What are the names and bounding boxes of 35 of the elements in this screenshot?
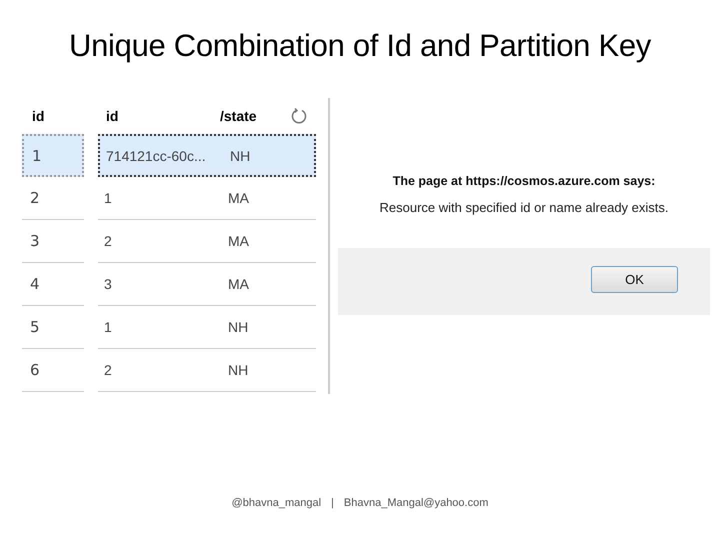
column-header: id <box>105 108 120 124</box>
state-cell-text: MA <box>228 233 250 249</box>
refresh-icon[interactable] <box>290 107 308 125</box>
slide-title: Unique Combination of Id and Partition Key <box>68 27 652 65</box>
footer-separator: | <box>331 497 334 509</box>
column-header: id <box>31 108 46 124</box>
footer-handle: @bhavna_mangal <box>232 497 322 509</box>
id-cell-text: 2 <box>104 362 113 378</box>
row-number-cell[interactable]: 5 <box>22 306 84 349</box>
state-cell-text: MA <box>228 190 250 206</box>
table-row[interactable]: 1 NH <box>98 306 316 349</box>
id-cell-text: 3 <box>104 276 113 292</box>
table-row[interactable]: 2 NH <box>98 349 316 392</box>
table-row[interactable]: 3 MA <box>98 263 316 306</box>
row-number-cell[interactable]: 4 <box>22 263 84 306</box>
row-number-cell[interactable]: 1 <box>22 134 84 177</box>
ok-button[interactable]: OK <box>591 266 678 293</box>
row-number-cell[interactable]: 3 <box>22 220 84 263</box>
table-row[interactable]: 1 MA <box>98 177 316 220</box>
table-row[interactable]: 714121cc-60c... NH <box>98 134 316 177</box>
dialog-message: Resource with specified id or name already exists. <box>379 200 669 215</box>
row-number-cell[interactable]: 2 <box>22 177 84 220</box>
column-header: /state <box>220 108 258 124</box>
state-cell-text: NH <box>228 362 250 378</box>
table-row[interactable]: 2 MA <box>98 220 316 263</box>
state-cell-text: NH <box>228 319 250 335</box>
id-cell-text: 714121cc-60c... <box>106 148 207 164</box>
row-number-cell[interactable]: 6 <box>22 349 84 392</box>
dialog-heading: The page at https://cosmos.azure.com says: <box>392 174 656 188</box>
state-cell-text: MA <box>228 276 250 292</box>
id-cell-text: 2 <box>104 233 113 249</box>
footer-email: Bhavna_Mangal@yahoo.com <box>344 497 488 509</box>
state-cell-text: NH <box>230 148 252 164</box>
id-cell-text: 1 <box>104 319 113 335</box>
id-cell-text: 1 <box>104 190 113 206</box>
